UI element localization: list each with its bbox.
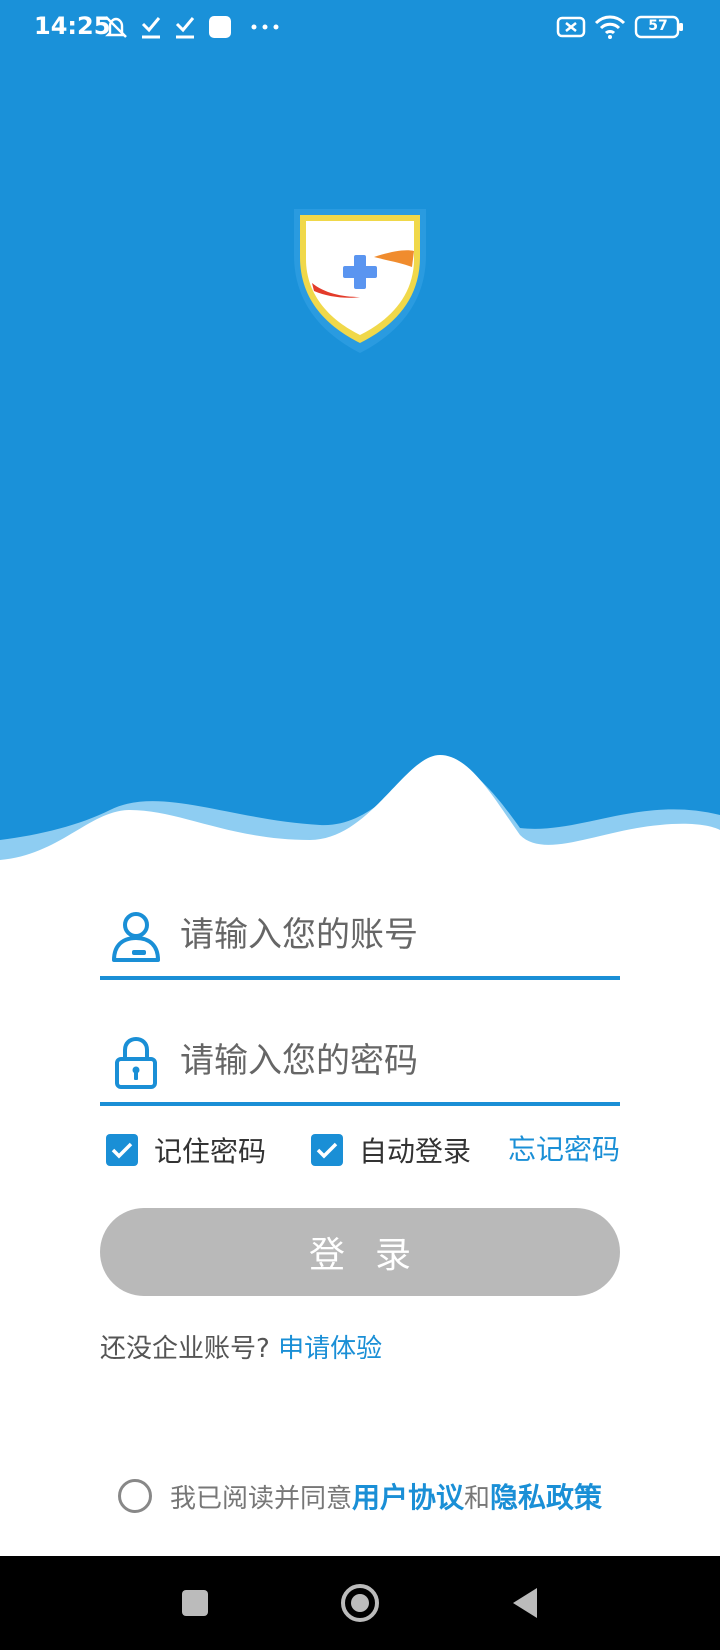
auto-login-checkbox[interactable]: 自动登录: [311, 1130, 471, 1170]
account-field[interactable]: [100, 880, 620, 980]
hero-banner: 14:25 57: [0, 0, 720, 880]
home-button[interactable]: [335, 1578, 385, 1628]
checkbox-checked-icon: [311, 1134, 343, 1166]
password-field[interactable]: [100, 1006, 620, 1106]
user-agreement-link[interactable]: 用户协议: [352, 1476, 464, 1516]
lock-icon: [108, 1034, 164, 1090]
status-time: 14:25: [34, 12, 111, 40]
user-icon: [108, 908, 164, 964]
status-bar: 14:25 57: [0, 0, 720, 56]
agree-radio[interactable]: [118, 1479, 152, 1513]
account-input[interactable]: [180, 910, 600, 960]
mute-icon: [102, 12, 130, 42]
app-logo: [294, 209, 426, 353]
more-icon: [250, 12, 280, 42]
check-icon: [174, 12, 196, 42]
auto-login-label: 自动登录: [359, 1135, 472, 1168]
login-button[interactable]: 登录: [100, 1208, 620, 1296]
forgot-password-link[interactable]: 忘记密码: [508, 1130, 620, 1170]
remember-password-label: 记住密码: [154, 1135, 267, 1168]
agreement-row: 我已阅读并同意 用户协议 和 隐私政策: [118, 1476, 602, 1516]
check-icon: [140, 12, 162, 42]
square-icon: [208, 12, 232, 42]
wifi-icon: [594, 12, 626, 42]
battery-level: 57: [648, 18, 668, 34]
x-box-icon: [556, 12, 586, 42]
remember-password-checkbox[interactable]: 记住密码: [106, 1130, 266, 1170]
recent-apps-button[interactable]: [170, 1578, 220, 1628]
apply-trial-link[interactable]: 申请体验: [278, 1334, 382, 1364]
agreement-prefix: 我已阅读并同意: [170, 1483, 353, 1514]
agreement-and: 和: [464, 1483, 491, 1514]
password-input[interactable]: [180, 1036, 600, 1086]
checkbox-checked-icon: [106, 1134, 138, 1166]
back-button[interactable]: [500, 1578, 550, 1628]
signup-prompt-text: 还没企业账号?: [100, 1334, 270, 1364]
privacy-policy-link[interactable]: 隐私政策: [490, 1476, 602, 1516]
battery-icon: 57: [634, 12, 684, 42]
navigation-bar: [0, 1556, 720, 1650]
signup-prompt: 还没企业账号? 申请体验: [100, 1328, 382, 1365]
wave-decoration: [0, 755, 720, 880]
